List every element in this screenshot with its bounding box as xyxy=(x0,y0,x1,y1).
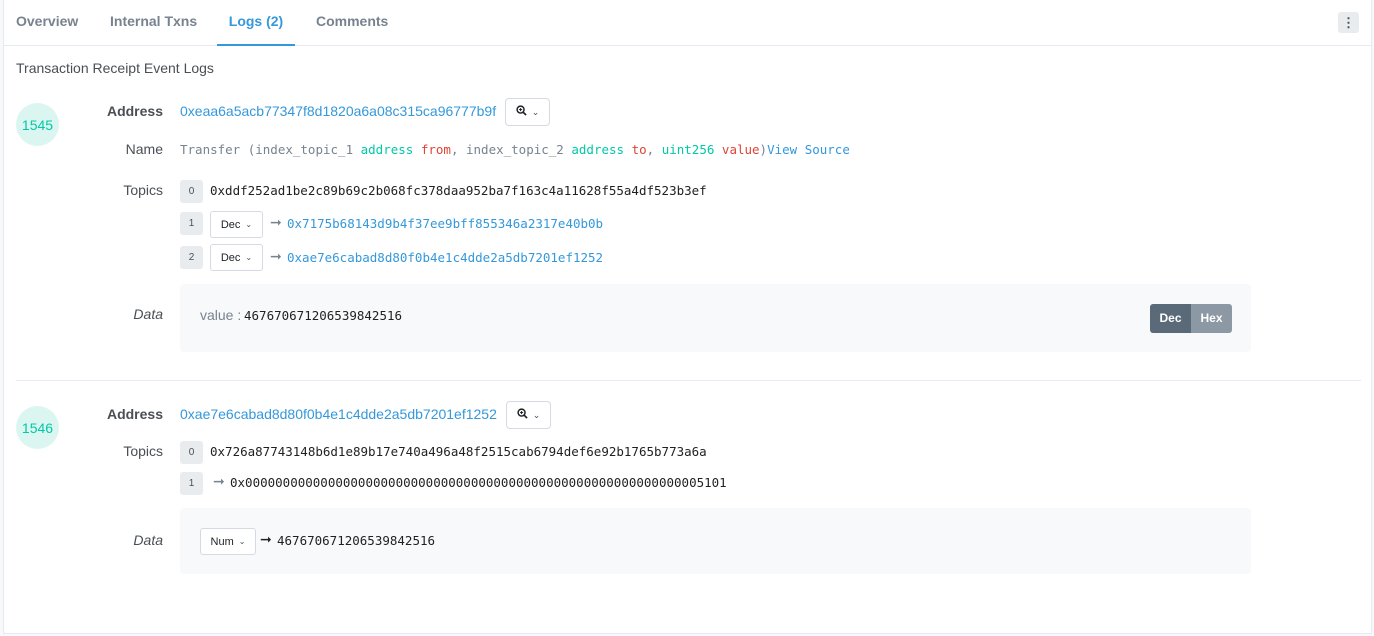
chevron-down-icon: ⌄ xyxy=(245,220,253,229)
address-label: Address xyxy=(106,103,163,119)
topic-index: 0 xyxy=(180,180,203,203)
log-address-link[interactable]: 0xeaa6a5acb77347f8d1820a6a08c315ca96777b… xyxy=(180,103,496,119)
view-source-link[interactable]: View Source xyxy=(767,142,850,157)
more-options-button[interactable]: ⋮ xyxy=(1338,12,1359,33)
param-type: address xyxy=(360,142,414,157)
tab-internal-txns[interactable]: Internal Txns xyxy=(110,0,197,46)
logs-card: Overview Internal Txns Logs (2) Comments… xyxy=(3,0,1372,634)
log-divider xyxy=(16,380,1361,381)
param-name: value xyxy=(714,142,760,157)
log-index-badge: 1546 xyxy=(16,406,59,449)
vertical-ellipsis-icon: ⋮ xyxy=(1342,15,1355,30)
param-separator: , xyxy=(646,142,662,157)
topic-address-link[interactable]: 0x7175b68143d9b4f37ee9bff855346a2317e40b… xyxy=(287,216,603,231)
log-index-badge: 1545 xyxy=(16,103,59,146)
topic-format-select[interactable]: Dec ⌄ xyxy=(210,244,263,271)
arrow-right-icon: ➞ xyxy=(270,214,282,230)
data-format-select[interactable]: Num ⌄ xyxy=(200,528,256,555)
data-value: 467670671206539842516 xyxy=(244,308,403,323)
section-title: Transaction Receipt Event Logs xyxy=(16,60,214,76)
chevron-down-icon: ⌄ xyxy=(245,253,253,262)
param-separator: , index_topic_2 xyxy=(450,142,572,157)
param-type: address xyxy=(571,142,625,157)
data-format-value: Num xyxy=(210,535,234,548)
name-label: Name xyxy=(125,141,163,157)
topic-index: 1 xyxy=(180,212,203,235)
chevron-down-icon: ⌄ xyxy=(532,409,541,420)
topic-value: 0xddf252ad1be2c89b69c2b068fc378daa952ba7… xyxy=(210,183,707,198)
data-value: 467670671206539842516 xyxy=(277,533,436,548)
arrow-right-icon: ➞ xyxy=(270,248,282,264)
tab-bar: Overview Internal Txns Logs (2) Comments… xyxy=(4,0,1371,46)
param-name: from xyxy=(413,142,451,157)
tab-logs[interactable]: Logs (2) xyxy=(217,0,295,46)
topics-label: Topics xyxy=(123,182,163,198)
topic-format-select[interactable]: Dec ⌄ xyxy=(210,211,263,238)
topic-index: 1 xyxy=(180,472,203,495)
hex-button[interactable]: Hex xyxy=(1191,304,1232,333)
data-label: Data xyxy=(133,306,163,322)
param-name: to xyxy=(624,142,647,157)
log-address-link[interactable]: 0xae7e6cabad8d80f0b4e1c4dde2a5db7201ef12… xyxy=(180,406,497,422)
arrow-right-icon: ➞ xyxy=(260,531,272,547)
data-key: value : xyxy=(200,307,242,323)
address-lookup-button[interactable]: ⌄ xyxy=(505,98,550,126)
dec-hex-toggle: Dec Hex xyxy=(1150,304,1232,333)
chevron-down-icon: ⌄ xyxy=(531,106,540,117)
event-signature-close: ) xyxy=(759,142,768,157)
dec-button[interactable]: Dec xyxy=(1150,304,1191,333)
tab-overview[interactable]: Overview xyxy=(16,0,78,46)
log-data-box: Num ⌄ ➞ 467670671206539842516 xyxy=(180,508,1251,574)
topic-value: 0x726a87743148b6d1e89b17e740a496a48f2515… xyxy=(210,444,707,459)
chevron-down-icon: ⌄ xyxy=(238,537,246,546)
topics-label: Topics xyxy=(123,443,163,459)
address-lookup-button[interactable]: ⌄ xyxy=(506,401,551,429)
topic-index: 2 xyxy=(180,246,203,269)
zoom-icon xyxy=(516,105,527,119)
event-signature: Transfer (index_topic_1 address from, in… xyxy=(180,142,850,157)
topic-address-link[interactable]: 0xae7e6cabad8d80f0b4e1c4dde2a5db7201ef12… xyxy=(287,250,603,265)
log-data-box: value : 467670671206539842516 Dec Hex xyxy=(180,284,1251,352)
address-label: Address xyxy=(106,406,163,422)
topic-index: 0 xyxy=(180,441,203,464)
topic-value: 0x00000000000000000000000000000000000000… xyxy=(230,475,727,490)
topic-format-value: Dec xyxy=(220,251,241,264)
zoom-icon xyxy=(517,408,528,422)
param-type: uint256 xyxy=(661,142,715,157)
arrow-right-icon: ➞ xyxy=(213,473,225,489)
data-label: Data xyxy=(133,532,163,548)
tab-comments[interactable]: Comments xyxy=(316,0,388,46)
topic-format-value: Dec xyxy=(220,218,241,231)
event-signature-prefix: Transfer (index_topic_1 xyxy=(180,142,361,157)
